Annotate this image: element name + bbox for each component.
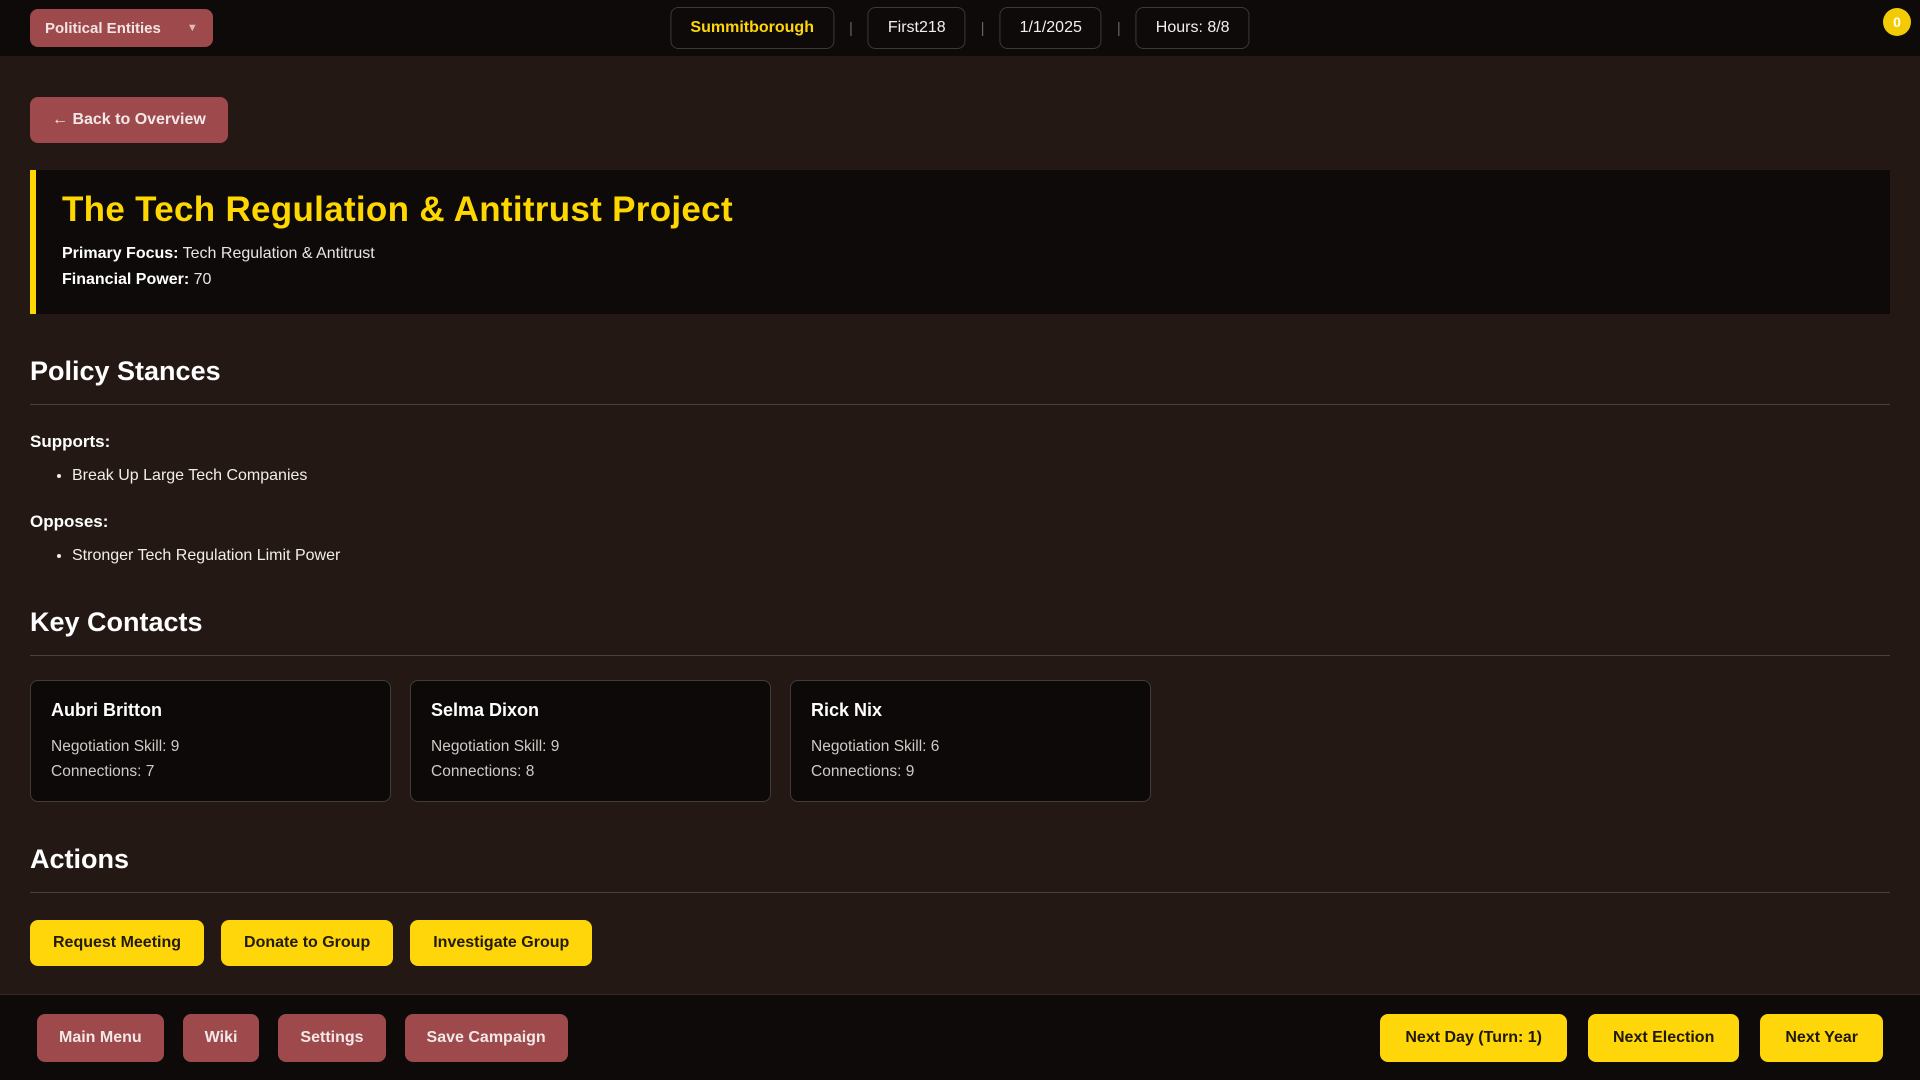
notification-badge[interactable]: 0 bbox=[1883, 8, 1911, 36]
supports-list: Break Up Large Tech Companies bbox=[30, 467, 1890, 485]
financial-power-value: 70 bbox=[194, 271, 212, 288]
contact-connections: Connections: 8 bbox=[431, 761, 750, 783]
main-content: ← Back to Overview The Tech Regulation &… bbox=[0, 56, 1920, 966]
back-to-overview-button[interactable]: ← Back to Overview bbox=[30, 97, 228, 143]
party-chip: First218 bbox=[868, 7, 966, 49]
actions-heading: Actions bbox=[30, 844, 1890, 893]
supports-label: Supports: bbox=[30, 432, 1890, 452]
main-menu-button[interactable]: Main Menu bbox=[37, 1014, 164, 1062]
city-chip[interactable]: Summitborough bbox=[670, 7, 834, 49]
opposes-list: Stronger Tech Regulation Limit Power bbox=[30, 547, 1890, 565]
primary-focus-value: Tech Regulation & Antitrust bbox=[183, 245, 375, 262]
actions-row: Request Meeting Donate to Group Investig… bbox=[30, 920, 1890, 966]
group-summary-panel: The Tech Regulation & Antitrust Project … bbox=[30, 170, 1890, 314]
contact-negotiation: Negotiation Skill: 6 bbox=[811, 736, 1130, 758]
header-status-group: Summitborough | First218 | 1/1/2025 | Ho… bbox=[670, 7, 1249, 49]
next-day-button[interactable]: Next Day (Turn: 1) bbox=[1380, 1014, 1567, 1062]
next-election-button[interactable]: Next Election bbox=[1588, 1014, 1739, 1062]
key-contacts-heading: Key Contacts bbox=[30, 607, 1890, 656]
footer-right-group: Next Day (Turn: 1) Next Election Next Ye… bbox=[1380, 1014, 1883, 1062]
investigate-group-button[interactable]: Investigate Group bbox=[410, 920, 592, 966]
primary-focus-line: Primary Focus: Tech Regulation & Antitru… bbox=[62, 245, 1864, 263]
contact-name: Selma Dixon bbox=[431, 700, 750, 721]
contact-name: Rick Nix bbox=[811, 700, 1130, 721]
contact-name: Aubri Britton bbox=[51, 700, 370, 721]
bottom-bar: Main Menu Wiki Settings Save Campaign Ne… bbox=[0, 994, 1920, 1080]
chevron-down-icon: ▼ bbox=[187, 22, 198, 34]
footer-left-group: Main Menu Wiki Settings Save Campaign bbox=[37, 1014, 568, 1062]
contact-negotiation: Negotiation Skill: 9 bbox=[431, 736, 750, 758]
save-campaign-button[interactable]: Save Campaign bbox=[405, 1014, 568, 1062]
separator: | bbox=[981, 20, 985, 37]
next-year-button[interactable]: Next Year bbox=[1760, 1014, 1883, 1062]
separator: | bbox=[1117, 20, 1121, 37]
policy-stances-heading: Policy Stances bbox=[30, 356, 1890, 405]
separator: | bbox=[849, 20, 853, 37]
wiki-button[interactable]: Wiki bbox=[183, 1014, 260, 1062]
primary-focus-label: Primary Focus: bbox=[62, 245, 178, 262]
contact-connections: Connections: 9 bbox=[811, 761, 1130, 783]
contact-connections: Connections: 7 bbox=[51, 761, 370, 783]
political-entities-dropdown-label: Political Entities bbox=[45, 20, 161, 37]
political-entities-dropdown[interactable]: Political Entities ▼ bbox=[30, 9, 213, 47]
contact-negotiation: Negotiation Skill: 9 bbox=[51, 736, 370, 758]
contacts-row: Aubri Britton Negotiation Skill: 9 Conne… bbox=[30, 680, 1890, 802]
opposes-label: Opposes: bbox=[30, 512, 1890, 532]
contact-card: Aubri Britton Negotiation Skill: 9 Conne… bbox=[30, 680, 391, 802]
contact-card: Selma Dixon Negotiation Skill: 9 Connect… bbox=[410, 680, 771, 802]
list-item: Break Up Large Tech Companies bbox=[72, 467, 1890, 485]
date-chip: 1/1/2025 bbox=[1000, 7, 1102, 49]
list-item: Stronger Tech Regulation Limit Power bbox=[72, 547, 1890, 565]
contact-card: Rick Nix Negotiation Skill: 6 Connection… bbox=[790, 680, 1151, 802]
request-meeting-button[interactable]: Request Meeting bbox=[30, 920, 204, 966]
hours-chip: Hours: 8/8 bbox=[1136, 7, 1250, 49]
settings-button[interactable]: Settings bbox=[278, 1014, 385, 1062]
page-title: The Tech Regulation & Antitrust Project bbox=[62, 190, 1864, 230]
top-bar: Political Entities ▼ Summitborough | Fir… bbox=[0, 0, 1920, 56]
financial-power-label: Financial Power: bbox=[62, 271, 189, 288]
financial-power-line: Financial Power: 70 bbox=[62, 271, 1864, 289]
donate-to-group-button[interactable]: Donate to Group bbox=[221, 920, 393, 966]
